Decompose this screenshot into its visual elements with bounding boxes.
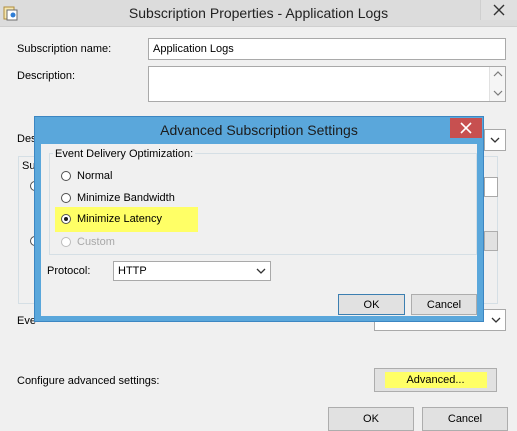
protocol-value: HTTP: [118, 265, 147, 277]
protocol-select[interactable]: HTTP: [113, 261, 271, 281]
description-scrollbar[interactable]: [489, 67, 505, 101]
dialog-cancel-label: Cancel: [426, 299, 462, 311]
protocol-label: Protocol:: [47, 265, 91, 277]
scroll-down-icon[interactable]: [493, 89, 503, 97]
main-cancel-button[interactable]: Cancel: [422, 407, 508, 431]
option-custom[interactable]: Custom: [58, 234, 198, 250]
main-cancel-label: Cancel: [447, 413, 483, 425]
main-ok-label: OK: [363, 413, 379, 425]
dialog-cancel-button[interactable]: Cancel: [411, 294, 477, 315]
computers-field-partial[interactable]: [484, 177, 498, 197]
destination-log-dropdown[interactable]: [484, 129, 506, 151]
chevron-down-icon: [256, 268, 266, 274]
minimize-latency-label: Minimize Latency: [77, 213, 162, 225]
custom-label: Custom: [77, 236, 115, 248]
dialog-title: Advanced Subscription Settings: [160, 122, 358, 138]
normal-label: Normal: [77, 170, 113, 182]
subscription-name-field[interactable]: Application Logs: [148, 38, 506, 60]
main-ok-button[interactable]: OK: [328, 407, 414, 431]
option-minimize-latency[interactable]: Minimize Latency: [58, 211, 198, 227]
scroll-up-icon[interactable]: [493, 70, 503, 78]
close-icon: [493, 4, 505, 16]
description-label: Description:: [17, 70, 76, 82]
minimize-bandwidth-radio[interactable]: [61, 193, 71, 203]
event-delivery-label: Event Delivery Optimization:: [53, 148, 196, 160]
custom-radio[interactable]: [61, 237, 71, 247]
close-icon: [460, 122, 472, 134]
window-title: Subscription Properties - Application Lo…: [128, 5, 389, 21]
select-computers-button-partial[interactable]: [484, 231, 498, 251]
normal-radio[interactable]: [61, 171, 71, 181]
advanced-button-label: Advanced...: [406, 374, 465, 386]
chevron-down-icon: [491, 317, 501, 323]
configure-advanced-label: Configure advanced settings:: [17, 375, 160, 387]
dialog-close-button[interactable]: [450, 118, 482, 138]
subscription-name-value: Application Logs: [153, 43, 234, 55]
chevron-down-icon: [490, 137, 500, 143]
subscription-name-label: Subscription name:: [17, 43, 112, 55]
description-field[interactable]: [148, 66, 506, 102]
option-normal[interactable]: Normal: [58, 168, 198, 184]
dialog-ok-button[interactable]: OK: [338, 294, 405, 315]
minimize-bandwidth-label: Minimize Bandwidth: [77, 192, 175, 204]
advanced-button[interactable]: Advanced...: [374, 368, 497, 392]
dialog-ok-label: OK: [363, 299, 380, 311]
radio-selected-dot: [64, 217, 68, 221]
option-minimize-bandwidth[interactable]: Minimize Bandwidth: [58, 190, 218, 206]
minimize-latency-radio[interactable]: [61, 214, 71, 224]
main-close-button[interactable]: [480, 0, 517, 20]
